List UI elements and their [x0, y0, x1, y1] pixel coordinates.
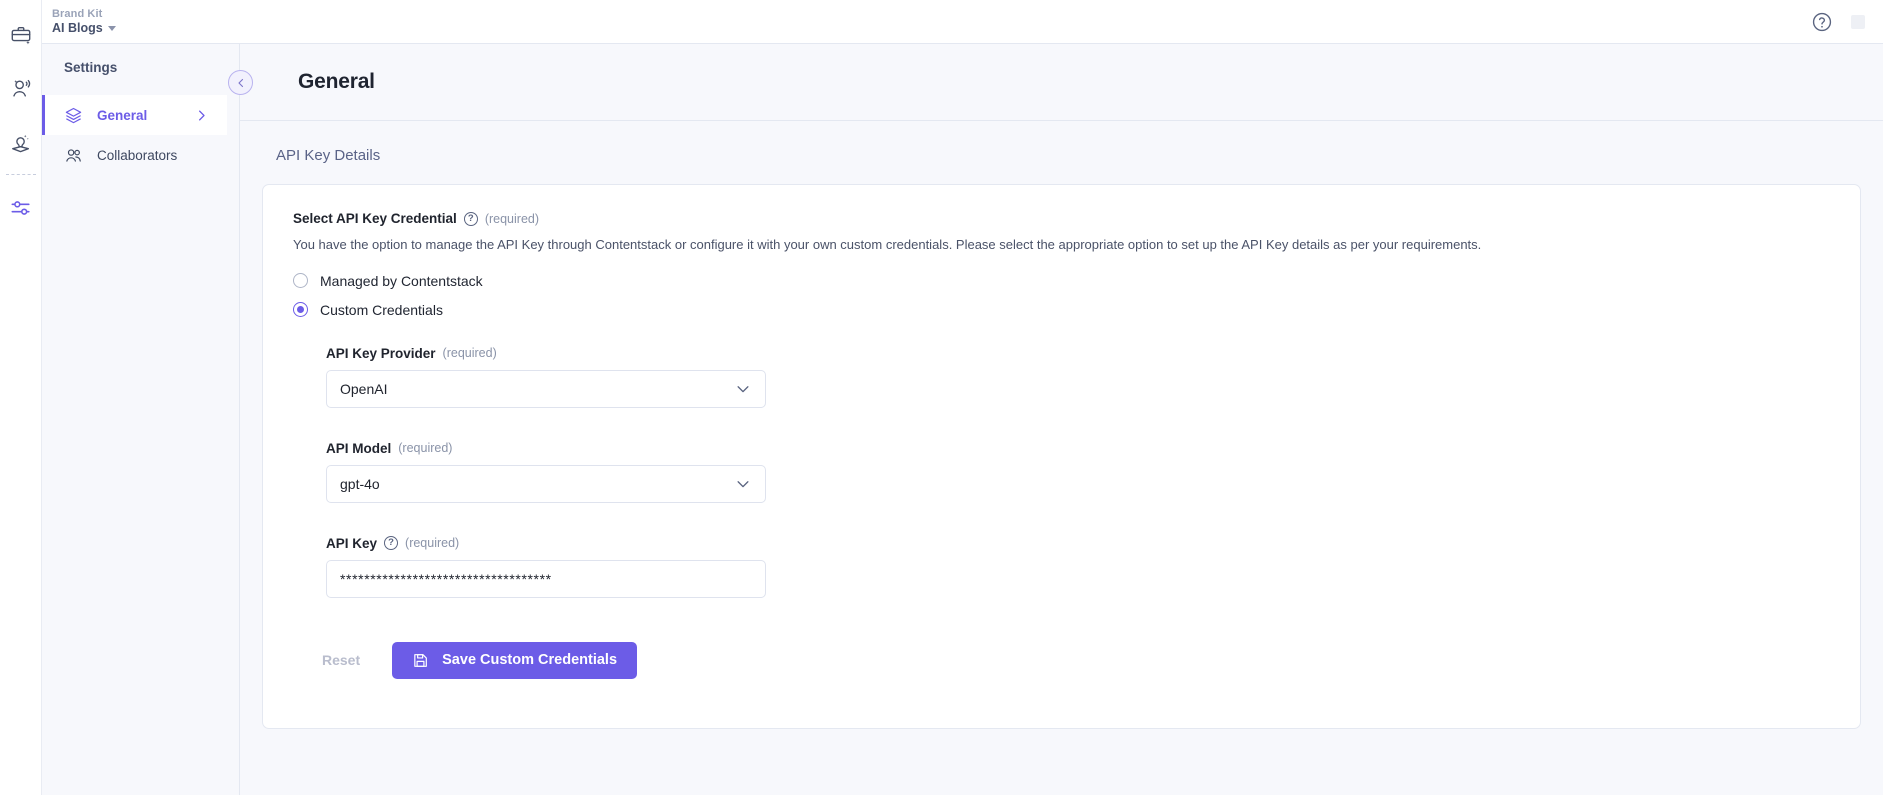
api-key-label: API Key: [326, 535, 378, 551]
app-root: Brand Kit AI Blogs Settings General Coll…: [0, 0, 1883, 795]
api-key-provider-value: OpenAI: [340, 380, 388, 397]
topbar-placeholder-block: [1851, 14, 1865, 29]
brand-name: AI Blogs: [52, 20, 103, 35]
radio-label-custom: Custom Credentials: [320, 301, 443, 318]
layers-icon: [64, 106, 83, 125]
help-circle-icon[interactable]: ?: [463, 211, 478, 226]
api-model-label-row: API Model (required): [326, 441, 1830, 456]
floppy-save-icon: [412, 652, 429, 669]
api-key-provider-label: API Key Provider: [326, 345, 436, 361]
page-title: General: [298, 70, 375, 93]
api-key-input[interactable]: ***********************************: [326, 559, 766, 598]
content-scroll-area[interactable]: API Key Details Select API Key Credentia…: [240, 121, 1883, 795]
required-tag: (required): [442, 346, 497, 360]
content-panel: General API Key Details Select API Key C…: [240, 44, 1883, 795]
top-bar: Brand Kit AI Blogs: [42, 0, 1883, 44]
credential-helper-text: You have the option to manage the API Ke…: [293, 237, 1482, 252]
save-custom-credentials-button[interactable]: Save Custom Credentials: [392, 641, 638, 679]
required-tag: (required): [398, 441, 453, 455]
api-key-label-row: API Key ? (required): [326, 536, 1830, 551]
api-model-label: API Model: [326, 440, 392, 456]
rail-divider: [5, 174, 36, 175]
sidebar-item-collaborators[interactable]: Collaborators: [42, 135, 239, 175]
help-circle-icon[interactable]: [1811, 11, 1833, 33]
field-group-api-key: API Key ? (required) *******************…: [326, 536, 1830, 598]
sidebar-item-collaborators-label: Collaborators: [97, 147, 178, 163]
idea-lightbulb-icon[interactable]: [0, 116, 42, 170]
radio-label-managed: Managed by Contentstack: [320, 272, 483, 289]
sidebar-item-general-label: General: [97, 107, 148, 123]
field-group-api-model: API Model (required) gpt-4o: [326, 441, 1830, 503]
briefcase-sparkle-icon[interactable]: [0, 8, 42, 62]
brand-name-row[interactable]: AI Blogs: [52, 21, 116, 35]
api-model-value: gpt-4o: [340, 475, 380, 492]
voice-profile-icon[interactable]: [0, 62, 42, 116]
field-group-api-key-provider: API Key Provider (required) OpenAI: [326, 346, 1830, 408]
chevron-left-icon: [235, 77, 247, 89]
radio-indicator-selected[interactable]: [293, 302, 308, 317]
sidebar-item-general[interactable]: General: [42, 95, 227, 135]
save-button-label: Save Custom Credentials: [442, 652, 618, 668]
select-credential-label: Select API Key Credential: [293, 211, 457, 226]
form-actions: Reset Save Custom Credentials: [312, 641, 1830, 679]
sidebar-collapse-button[interactable]: [228, 70, 253, 95]
users-icon: [64, 146, 83, 165]
api-model-select[interactable]: gpt-4o: [326, 464, 766, 503]
api-key-masked-value: ***********************************: [340, 570, 552, 587]
radio-option-custom-credentials[interactable]: Custom Credentials: [293, 302, 1830, 318]
chevron-down-icon: [734, 380, 752, 398]
select-credential-label-row: Select API Key Credential ? (required): [293, 211, 1830, 226]
chevron-down-icon: [107, 25, 116, 31]
api-key-details-card: Select API Key Credential ? (required) Y…: [262, 184, 1861, 729]
brand-switcher[interactable]: Brand Kit AI Blogs: [52, 8, 116, 35]
body-area: Brand Kit AI Blogs Settings General Coll…: [42, 0, 1883, 795]
main-row: Settings General Collaborators General A…: [42, 44, 1883, 795]
section-heading-api-key-details: API Key Details: [276, 147, 381, 164]
required-tag: (required): [484, 211, 540, 226]
settings-sidebar: Settings General Collaborators: [42, 44, 253, 795]
api-key-provider-label-row: API Key Provider (required): [326, 346, 1830, 361]
radio-option-managed-by-contentstack[interactable]: Managed by Contentstack: [293, 273, 1830, 289]
help-circle-icon[interactable]: ?: [384, 536, 399, 550]
global-icon-rail: [0, 0, 42, 795]
api-key-provider-select[interactable]: OpenAI: [326, 369, 766, 408]
content-header: General: [240, 44, 1883, 121]
radio-indicator[interactable]: [293, 273, 308, 288]
settings-sidebar-title: Settings: [64, 60, 118, 75]
required-tag: (required): [405, 536, 460, 550]
reset-button[interactable]: Reset: [312, 644, 370, 676]
settings-sliders-icon[interactable]: [0, 181, 42, 235]
chevron-right-icon: [194, 108, 209, 123]
chevron-down-icon: [734, 475, 752, 493]
brand-kit-label: Brand Kit: [52, 7, 103, 20]
custom-credentials-fields: API Key Provider (required) OpenAI API M…: [322, 346, 1830, 679]
